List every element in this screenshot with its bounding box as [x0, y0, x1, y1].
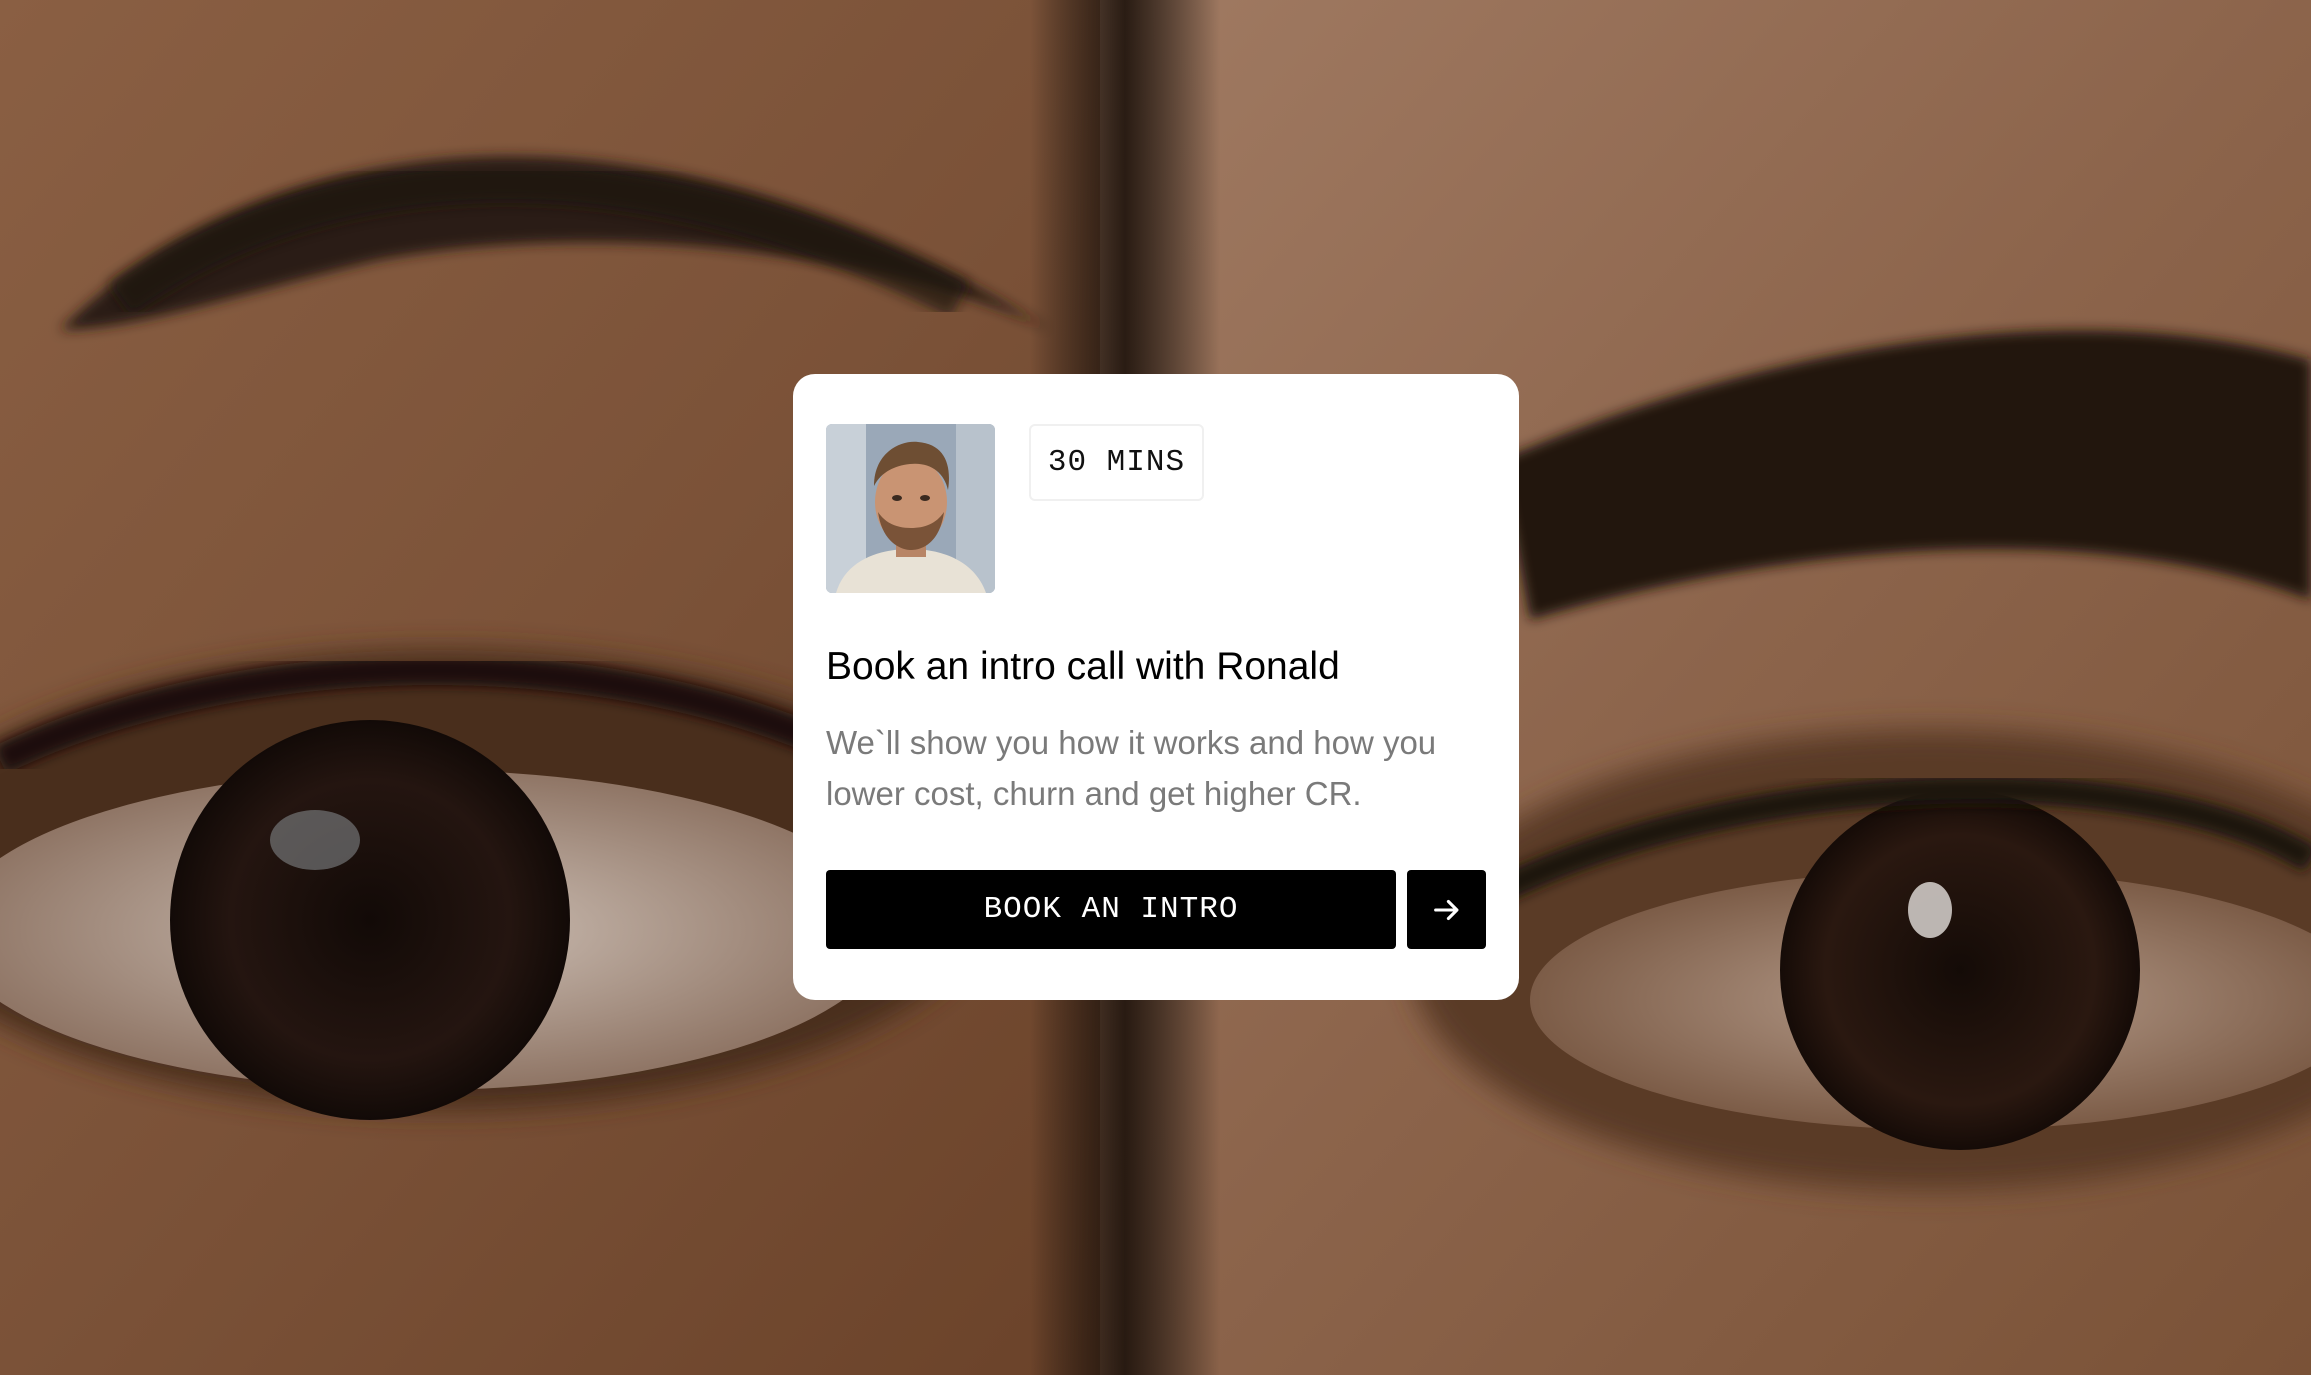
person-portrait-icon	[826, 424, 995, 593]
avatar	[826, 424, 995, 593]
book-intro-button[interactable]: BOOK AN INTRO	[826, 870, 1396, 949]
card-title: Book an intro call with Ronald	[826, 645, 1340, 688]
card-description: We`ll show you how it works and how you …	[826, 724, 1437, 812]
booking-card: 30 MINS Book an intro call with Ronald W…	[793, 374, 1519, 1000]
arrow-button[interactable]	[1407, 870, 1486, 949]
duration-badge: 30 MINS	[1029, 424, 1204, 501]
arrow-right-icon	[1433, 899, 1458, 920]
